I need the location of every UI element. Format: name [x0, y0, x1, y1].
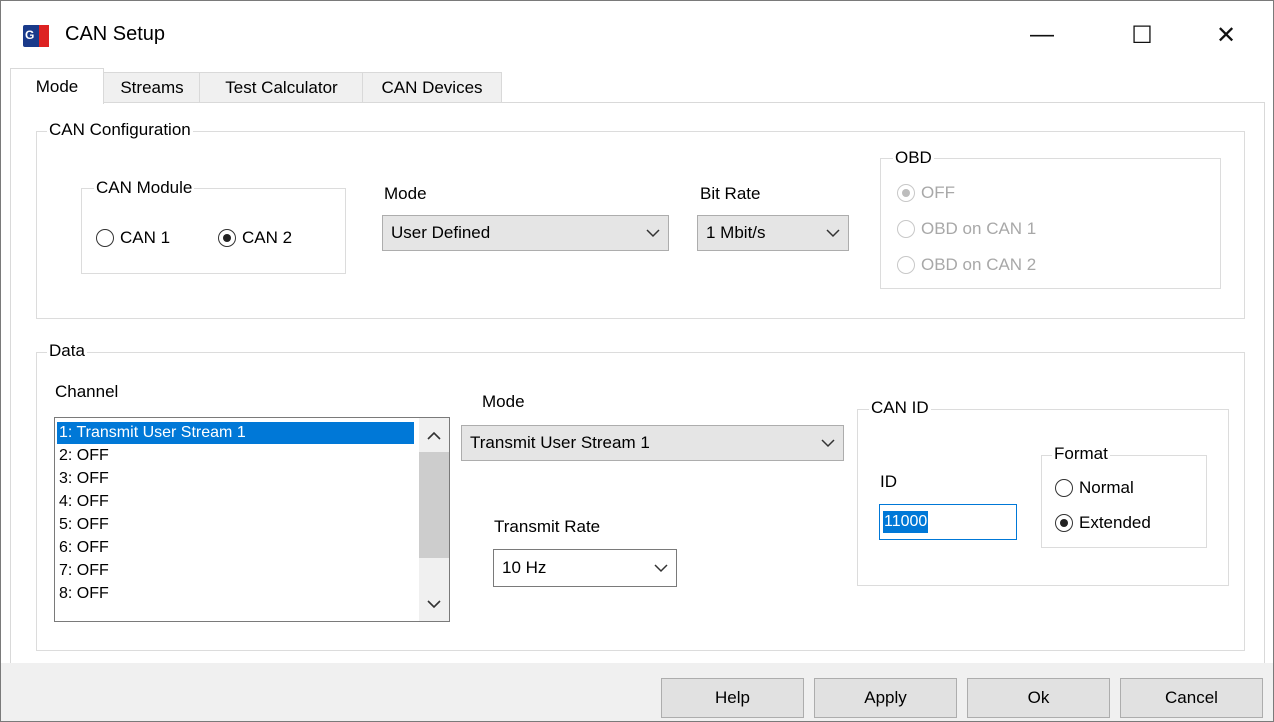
radio-obd-can-2-indicator: [897, 256, 915, 274]
radio-obd-can-1-indicator: [897, 220, 915, 238]
radio-format-normal-indicator: [1055, 479, 1073, 497]
tab-mode-label: Mode: [35, 76, 79, 96]
radio-obd-can-1-label: OBD on CAN 1: [921, 219, 1037, 238]
radio-format-normal-label: Normal: [1079, 478, 1134, 497]
radio-can-1-indicator: [96, 229, 114, 247]
bit-rate-value: 1 Mbit/s: [706, 223, 766, 242]
radio-can-1-label: CAN 1: [120, 228, 171, 247]
can-id-label: CAN ID: [869, 398, 931, 418]
tab-streams-label: Streams: [120, 78, 184, 97]
data-mode-label: Mode: [482, 392, 525, 411]
tab-can-devices-label: CAN Devices: [381, 78, 483, 97]
radio-obd-off-label: OFF: [921, 183, 955, 202]
chevron-down-icon[interactable]: [419, 592, 449, 616]
tab-can-devices[interactable]: CAN Devices: [362, 72, 502, 103]
can-configuration-label: CAN Configuration: [47, 120, 193, 140]
tab-test-calculator[interactable]: Test Calculator: [199, 72, 364, 103]
help-button[interactable]: Help: [661, 678, 804, 718]
config-mode-label: Mode: [384, 184, 427, 203]
ok-button[interactable]: Ok: [967, 678, 1110, 718]
minimize-button[interactable]: —: [1012, 11, 1072, 59]
tab-test-calculator-label: Test Calculator: [225, 78, 338, 97]
chevron-down-icon: [646, 563, 676, 573]
cancel-button[interactable]: Cancel: [1120, 678, 1263, 718]
close-icon: ✕: [1215, 21, 1237, 49]
chevron-down-icon: [818, 228, 848, 238]
id-input-value: 11000: [883, 511, 929, 533]
format-group: [1041, 455, 1207, 548]
app-icon: G: [23, 25, 49, 47]
config-mode-value: User Defined: [391, 223, 491, 242]
id-label: ID: [880, 472, 897, 491]
list-item[interactable]: 8: OFF: [59, 583, 109, 605]
chevron-up-icon[interactable]: [419, 424, 449, 448]
list-item[interactable]: 5: OFF: [59, 514, 109, 536]
title-bar: G CAN Setup — ☐ ✕: [1, 1, 1273, 67]
scrollbar-thumb[interactable]: [419, 452, 449, 558]
radio-format-normal[interactable]: Normal: [1055, 478, 1134, 498]
window-title: CAN Setup: [65, 23, 166, 45]
radio-obd-can-1[interactable]: OBD on CAN 1: [897, 219, 1036, 239]
radio-can-2-label: CAN 2: [242, 228, 293, 247]
tab-streams[interactable]: Streams: [103, 72, 201, 103]
bit-rate-select[interactable]: 1 Mbit/s: [697, 215, 849, 251]
can-module-label: CAN Module: [94, 178, 195, 198]
radio-can-1[interactable]: CAN 1: [96, 228, 170, 248]
config-mode-select[interactable]: User Defined: [382, 215, 669, 251]
chevron-down-icon: [813, 438, 843, 448]
radio-obd-off[interactable]: OFF: [897, 183, 955, 203]
list-item[interactable]: 7: OFF: [59, 560, 109, 582]
radio-can-2-indicator: [218, 229, 236, 247]
radio-format-extended[interactable]: Extended: [1055, 513, 1151, 533]
minimize-icon: —: [1030, 21, 1054, 48]
radio-obd-can-2-label: OBD on CAN 2: [921, 255, 1037, 274]
transmit-rate-label: Transmit Rate: [494, 517, 601, 536]
transmit-rate-value: 10 Hz: [502, 558, 547, 577]
list-item[interactable]: 3: OFF: [59, 468, 109, 490]
radio-format-extended-label: Extended: [1079, 513, 1151, 532]
apply-button[interactable]: Apply: [814, 678, 957, 718]
channel-list[interactable]: 1: Transmit User Stream 1 2: OFF 3: OFF …: [54, 417, 450, 622]
list-item[interactable]: 1: Transmit User Stream 1: [57, 422, 414, 444]
maximize-button[interactable]: ☐: [1112, 11, 1172, 59]
obd-label: OBD: [893, 148, 934, 168]
list-item[interactable]: 2: OFF: [59, 445, 109, 467]
id-input[interactable]: 11000: [879, 504, 1017, 540]
maximize-icon: ☐: [1131, 21, 1153, 49]
radio-can-2[interactable]: CAN 2: [218, 228, 292, 248]
radio-obd-off-indicator: [897, 184, 915, 202]
radio-format-extended-indicator: [1055, 514, 1073, 532]
data-label: Data: [47, 341, 87, 361]
transmit-rate-select[interactable]: 10 Hz: [493, 549, 677, 587]
tab-mode[interactable]: Mode: [10, 68, 104, 104]
list-item[interactable]: 6: OFF: [59, 537, 109, 559]
list-item[interactable]: 4: OFF: [59, 491, 109, 513]
radio-obd-can-2[interactable]: OBD on CAN 2: [897, 255, 1036, 275]
close-button[interactable]: ✕: [1196, 11, 1256, 59]
format-label: Format: [1052, 444, 1110, 464]
channel-label: Channel: [55, 382, 119, 401]
data-mode-value: Transmit User Stream 1: [470, 433, 650, 452]
channel-list-scrollbar[interactable]: [419, 418, 449, 621]
data-mode-select[interactable]: Transmit User Stream 1: [461, 425, 844, 461]
bit-rate-label: Bit Rate: [700, 184, 761, 203]
chevron-down-icon: [638, 228, 668, 238]
